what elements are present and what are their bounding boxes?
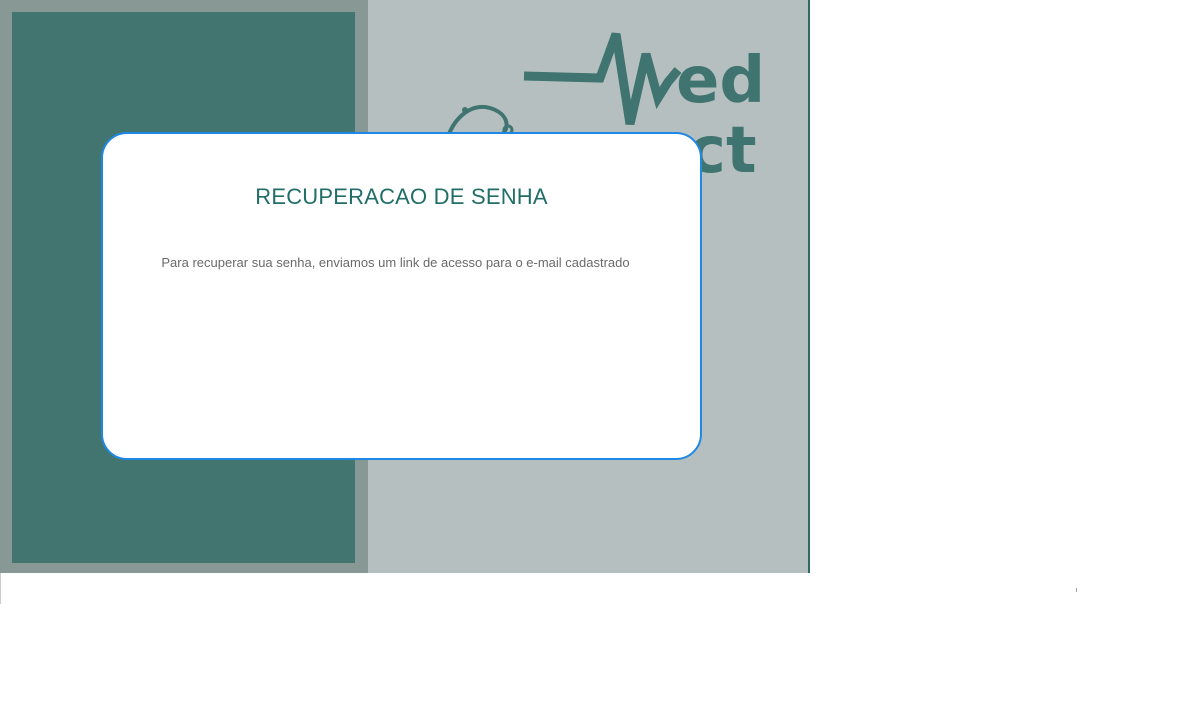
heartbeat-icon xyxy=(523,32,682,126)
logo-text-top: ed xyxy=(676,44,765,118)
app-root: ed ct RECUPERACAO DE SENHA Para recupera… xyxy=(0,0,1189,707)
modal-title: RECUPERACAO DE SENHA xyxy=(255,184,548,209)
bottom-divider xyxy=(0,573,1,604)
decorative-mark xyxy=(1076,588,1077,592)
password-recovery-modal: RECUPERACAO DE SENHA Para recuperar sua … xyxy=(101,132,702,460)
modal-message: Para recuperar sua senha, enviamos um li… xyxy=(161,255,630,270)
